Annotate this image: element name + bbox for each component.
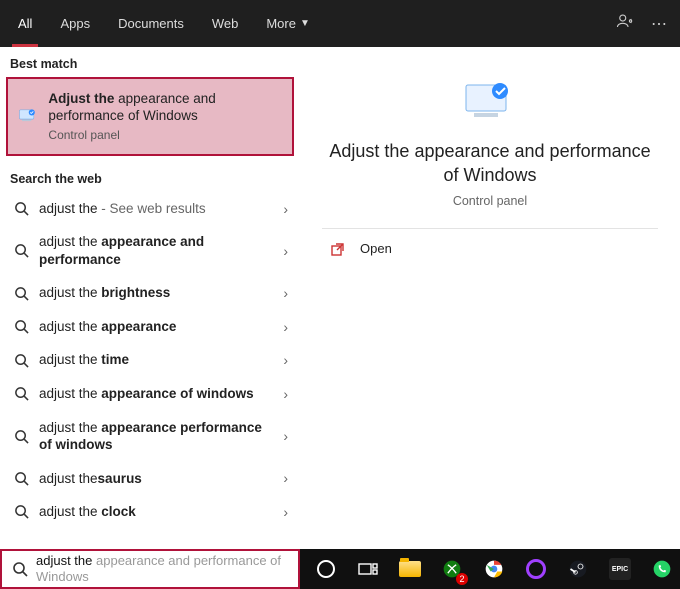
chevron-right-icon: › (283, 470, 288, 486)
search-icon (14, 286, 29, 301)
open-action[interactable]: Open (322, 229, 658, 269)
search-icon (14, 353, 29, 368)
feedback-icon[interactable] (608, 12, 642, 35)
best-match-text: Adjust the appearance and performance of… (48, 91, 282, 142)
monitor-check-icon (460, 79, 520, 125)
best-match-result[interactable]: Adjust the appearance and performance of… (6, 77, 294, 156)
tab-all[interactable]: All (4, 0, 46, 47)
web-result-item[interactable]: adjust the - See web results › (0, 192, 300, 226)
cortana-icon[interactable] (306, 549, 346, 589)
best-match-header: Best match (0, 47, 300, 77)
tabs-container: AllAppsDocumentsWebMore▼ (4, 0, 324, 47)
chevron-right-icon: › (283, 386, 288, 402)
whatsapp-icon[interactable] (642, 549, 680, 589)
search-icon (14, 471, 29, 486)
search-icon (14, 201, 29, 216)
chevron-right-icon: › (283, 201, 288, 217)
taskbar-icons: EPIC (300, 549, 680, 589)
results-area: Best match Adjust the appearance and per… (0, 47, 680, 549)
web-result-item[interactable]: adjust the brightness › (0, 276, 300, 310)
epic-games-icon[interactable]: EPIC (600, 549, 640, 589)
web-results-list: adjust the - See web results›adjust the … (0, 192, 300, 549)
web-result-label: adjust the brightness (39, 284, 273, 302)
web-result-item[interactable]: adjust thesaurus › (0, 462, 300, 496)
chevron-down-icon: ▼ (300, 18, 310, 29)
chevron-right-icon: › (283, 243, 288, 259)
monitor-check-icon (18, 105, 38, 127)
preview-title: Adjust the appearance and performance of… (322, 139, 658, 188)
web-result-label: adjust the appearance of windows (39, 385, 273, 403)
result-preview-pane: Adjust the appearance and performance of… (300, 47, 680, 549)
web-result-label: adjust the time (39, 351, 273, 369)
search-web-header: Search the web (0, 162, 300, 192)
web-result-item[interactable]: adjust the appearance › (0, 310, 300, 344)
chevron-right-icon: › (283, 352, 288, 368)
web-result-label: adjust the appearance and performance (39, 233, 273, 268)
task-view-icon[interactable] (348, 549, 388, 589)
tab-documents[interactable]: Documents (104, 0, 198, 47)
open-label: Open (360, 241, 392, 256)
more-options-icon[interactable]: ⋯ (642, 14, 676, 34)
tab-more[interactable]: More▼ (252, 0, 324, 47)
chevron-right-icon: › (283, 428, 288, 444)
search-icon (14, 243, 29, 258)
web-result-item[interactable]: adjust the time › (0, 343, 300, 377)
chevron-right-icon: › (283, 504, 288, 520)
steam-icon[interactable] (558, 549, 598, 589)
web-result-label: adjust the appearance (39, 318, 273, 336)
search-icon (14, 429, 29, 444)
best-match-subtitle: Control panel (48, 128, 282, 142)
search-icon (14, 319, 29, 334)
web-result-item[interactable]: adjust the appearance of windows › (0, 377, 300, 411)
search-text: adjust the appearance and performance of… (36, 553, 290, 584)
search-icon (14, 504, 29, 519)
web-result-label: adjust the appearance performance of win… (39, 419, 273, 454)
open-icon (330, 241, 346, 257)
search-icon (14, 386, 29, 401)
opera-icon[interactable] (516, 549, 556, 589)
web-result-item[interactable]: adjust the appearance performance of win… (0, 411, 300, 462)
web-result-item[interactable]: adjust the appearance and performance › (0, 225, 300, 276)
results-left-column: Best match Adjust the appearance and per… (0, 47, 300, 549)
tab-web[interactable]: Web (198, 0, 253, 47)
web-result-label: adjust the - See web results (39, 200, 273, 218)
web-result-label: adjust thesaurus (39, 470, 273, 488)
chevron-right-icon: › (283, 285, 288, 301)
web-result-label: adjust the clock (39, 503, 273, 521)
file-explorer-icon[interactable] (390, 549, 430, 589)
taskbar: adjust the appearance and performance of… (0, 549, 680, 589)
search-icon (12, 561, 28, 577)
xbox-icon[interactable] (432, 549, 472, 589)
web-result-item[interactable]: adjust the clock › (0, 495, 300, 529)
chevron-right-icon: › (283, 319, 288, 335)
best-match-title: Adjust the appearance and performance of… (48, 91, 282, 125)
chrome-icon[interactable] (474, 549, 514, 589)
tab-apps[interactable]: Apps (46, 0, 104, 47)
search-scope-tabbar: AllAppsDocumentsWebMore▼ ⋯ (0, 0, 680, 47)
search-input[interactable]: adjust the appearance and performance of… (0, 549, 300, 589)
preview-subtitle: Control panel (453, 194, 527, 208)
